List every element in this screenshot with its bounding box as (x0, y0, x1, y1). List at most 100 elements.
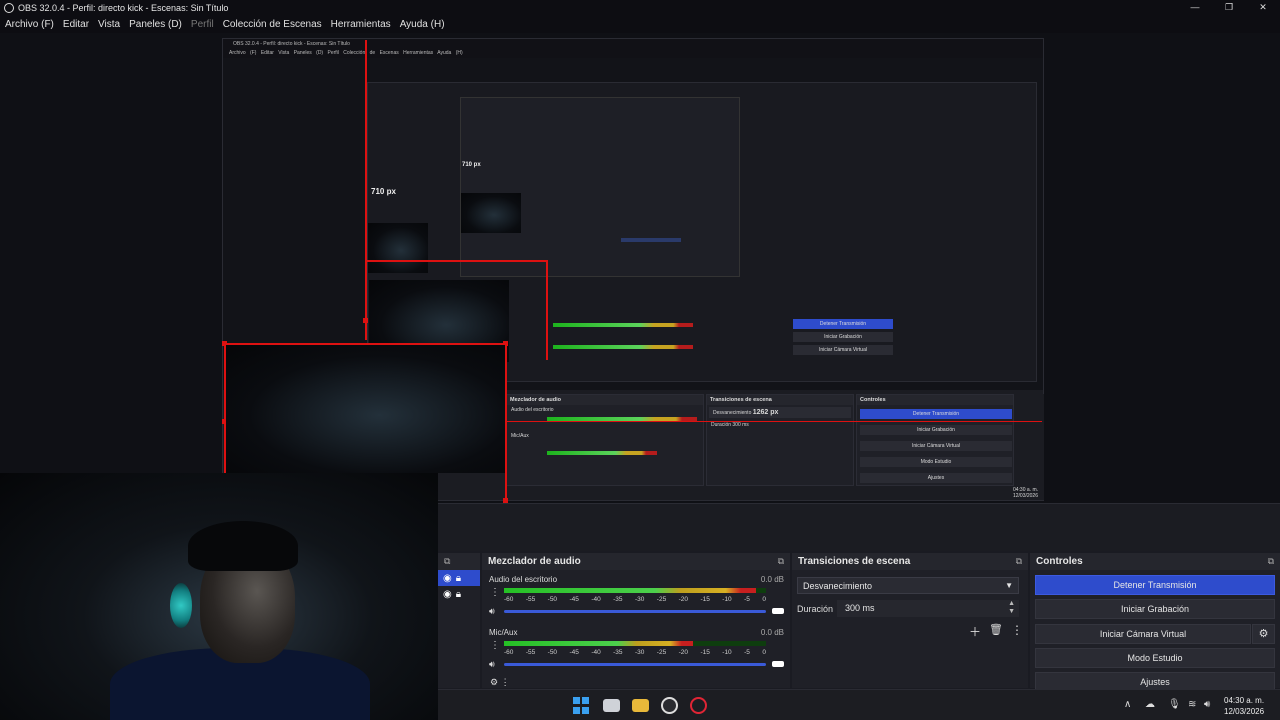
selection-edge-inner-top (367, 260, 547, 262)
mixer-settings-icon[interactable]: ⚙ ⋮ (490, 677, 510, 688)
nested-controls-panel: Controles Detener Transmisión Iniciar Gr… (856, 394, 1014, 486)
meter-tick-label: -35 (613, 649, 623, 656)
meter-tick-label: -30 (634, 649, 645, 656)
resize-handle[interactable] (363, 318, 368, 323)
channel-label: Audio del escritorio (489, 575, 558, 584)
nested-preview-area: Detener Transmisión Iniciar Grabación In… (223, 58, 1043, 390)
menu-editar[interactable]: Editar (63, 19, 89, 30)
nested-trans-title: Transiciones de escena (707, 395, 853, 405)
add-icon[interactable]: ＋ (969, 623, 981, 640)
visibility-eye-icon[interactable]: ◉ (443, 573, 452, 584)
nested-cam-2 (368, 223, 428, 273)
menu-vista[interactable]: Vista (98, 19, 120, 30)
transitions-header: Transiciones de escena ⧉ (792, 553, 1028, 570)
channel-label: Mic/Aux (489, 628, 518, 637)
dock-float-icon[interactable]: ⧉ (1268, 556, 1274, 567)
volume-slider-knob[interactable] (772, 608, 784, 614)
duration-label: Duración (797, 604, 834, 614)
controls-header: Controles ⧉ (1030, 553, 1280, 570)
source-row[interactable]: ◉ 🔒︎ (438, 570, 480, 586)
meter-tick-label: -25 (656, 596, 667, 603)
transitions-title: Transiciones de escena (798, 556, 911, 567)
nested-start-virtual-cam: Iniciar Cámara Virtual (860, 441, 1012, 451)
nested-docks: Mezclador de audio Audio del escritorio … (506, 394, 1044, 500)
chevron-down-icon: ▼ (1005, 581, 1013, 590)
duration-spinner-icon[interactable]: ▲ ▼ (1008, 600, 1015, 616)
menu-archivo[interactable]: Archivo (F) (5, 19, 54, 30)
nested-meter-2 (547, 451, 657, 455)
source-row[interactable]: ◉ 🔒︎ (438, 586, 480, 602)
volume-slider[interactable] (504, 663, 766, 666)
webcam-source[interactable] (0, 473, 438, 720)
channel-menu-icon[interactable]: ⋮ (490, 640, 500, 651)
meter-ticks: -60 -55 -50 -45 -40 -35 -30 -25 -20 -15 -10 -5 0 (504, 649, 766, 656)
studio-mode-button[interactable]: Modo Estudio (1035, 648, 1275, 668)
more-options-icon[interactable]: ⋮ (1011, 623, 1023, 637)
channel-db: 0.0 dB (760, 575, 784, 584)
opera-browser-icon[interactable] (690, 697, 707, 714)
meter-tick-label: -5 (744, 596, 750, 603)
lock-icon[interactable]: 🔒︎ (456, 573, 461, 584)
close-button[interactable]: ✕ (1246, 0, 1280, 15)
menu-paneles[interactable]: Paneles (D) (129, 19, 182, 30)
person-hair (188, 521, 298, 571)
task-view-icon[interactable] (603, 699, 620, 712)
menu-ayuda[interactable]: Ayuda (H) (400, 19, 445, 30)
menu-perfil[interactable]: Perfil (191, 19, 214, 30)
duration-value: 300 ms (845, 603, 875, 613)
windows-start-icon[interactable] (573, 697, 590, 714)
nested-vcam-button: Iniciar Cámara Virtual (793, 345, 893, 355)
nested-meter-a (553, 323, 693, 327)
meter-tick-label: -55 (525, 596, 536, 603)
volume-slider-knob[interactable] (772, 661, 784, 667)
meter-tick-label: -5 (744, 649, 750, 656)
duration-input[interactable]: 300 ms ▲ ▼ (837, 600, 1019, 617)
nested-start-recording: Iniciar Grabación (860, 425, 1012, 435)
selection-edge-right (505, 343, 507, 501)
window-controls: — ❐ ✕ (1178, 0, 1280, 15)
minimize-button[interactable]: — (1178, 0, 1212, 15)
nested-px-label-small: 710 px (462, 162, 481, 168)
menu-coleccion-escenas[interactable]: Colección de Escenas (223, 19, 322, 30)
meter-tick-label: -30 (634, 596, 645, 603)
virtual-camera-gear-icon[interactable]: ⚙ (1252, 624, 1275, 644)
system-clock[interactable]: 04:30 a. m. 12/03/2026 (1224, 695, 1264, 717)
meter-tick-label: -20 (678, 596, 689, 603)
nested-meter-b (553, 345, 693, 349)
volume-slider[interactable] (504, 610, 766, 613)
transition-select[interactable]: Desvanecimiento ▼ (797, 577, 1019, 594)
nested-clock-date: 12/03/2026 (1012, 493, 1038, 499)
dock-float-icon[interactable]: ⧉ (1016, 556, 1022, 567)
speaker-icon[interactable]: 🔊︎ (489, 659, 495, 670)
volume-meter-fill (504, 588, 756, 593)
stop-streaming-button[interactable]: Detener Transmisión (1035, 575, 1275, 595)
wifi-icon[interactable]: ≋ (1188, 699, 1196, 710)
trash-icon[interactable]: 🗑︎ (989, 623, 1003, 636)
dock-float-icon[interactable]: ⧉ (778, 556, 784, 567)
scene-sources-strip (438, 503, 1280, 551)
channel-menu-icon[interactable]: ⋮ (490, 587, 500, 598)
volume-icon[interactable]: 🔊︎ (1204, 699, 1210, 710)
start-recording-button[interactable]: Iniciar Grabación (1035, 599, 1275, 619)
microphone-icon[interactable]: 🎙︎ (1168, 699, 1181, 710)
nested-trans-select: Desvanecimiento 1262 px (709, 407, 851, 418)
mixer-header: Mezclador de audio ⧉ (482, 553, 790, 570)
dock-float-icon[interactable]: ⧉ (444, 556, 450, 567)
chevron-up-icon[interactable]: ∧ (1124, 699, 1131, 710)
webcam-source-upper[interactable] (226, 345, 505, 473)
maximize-button[interactable]: ❐ (1212, 0, 1246, 15)
nested-trans-select-value: Desvanecimiento (713, 410, 752, 416)
lock-icon[interactable]: 🔒︎ (456, 589, 461, 600)
meter-tick-label: -35 (613, 596, 623, 603)
meter-tick-label: 0 (762, 649, 766, 656)
sources-header: ⧉ (438, 553, 480, 570)
cloud-icon[interactable]: ☁ (1145, 699, 1155, 710)
nested-taskbar: 04:30 a. m. 12/03/2026 (506, 487, 1044, 500)
clock-time: 04:30 a. m. (1224, 696, 1265, 705)
start-virtual-camera-button[interactable]: Iniciar Cámara Virtual (1035, 624, 1251, 644)
menu-herramientas[interactable]: Herramientas (331, 19, 391, 30)
speaker-icon[interactable]: 🔊︎ (489, 606, 495, 617)
visibility-eye-icon[interactable]: ◉ (443, 589, 452, 600)
file-explorer-icon[interactable] (632, 699, 649, 712)
obs-taskbar-icon[interactable] (661, 697, 678, 714)
